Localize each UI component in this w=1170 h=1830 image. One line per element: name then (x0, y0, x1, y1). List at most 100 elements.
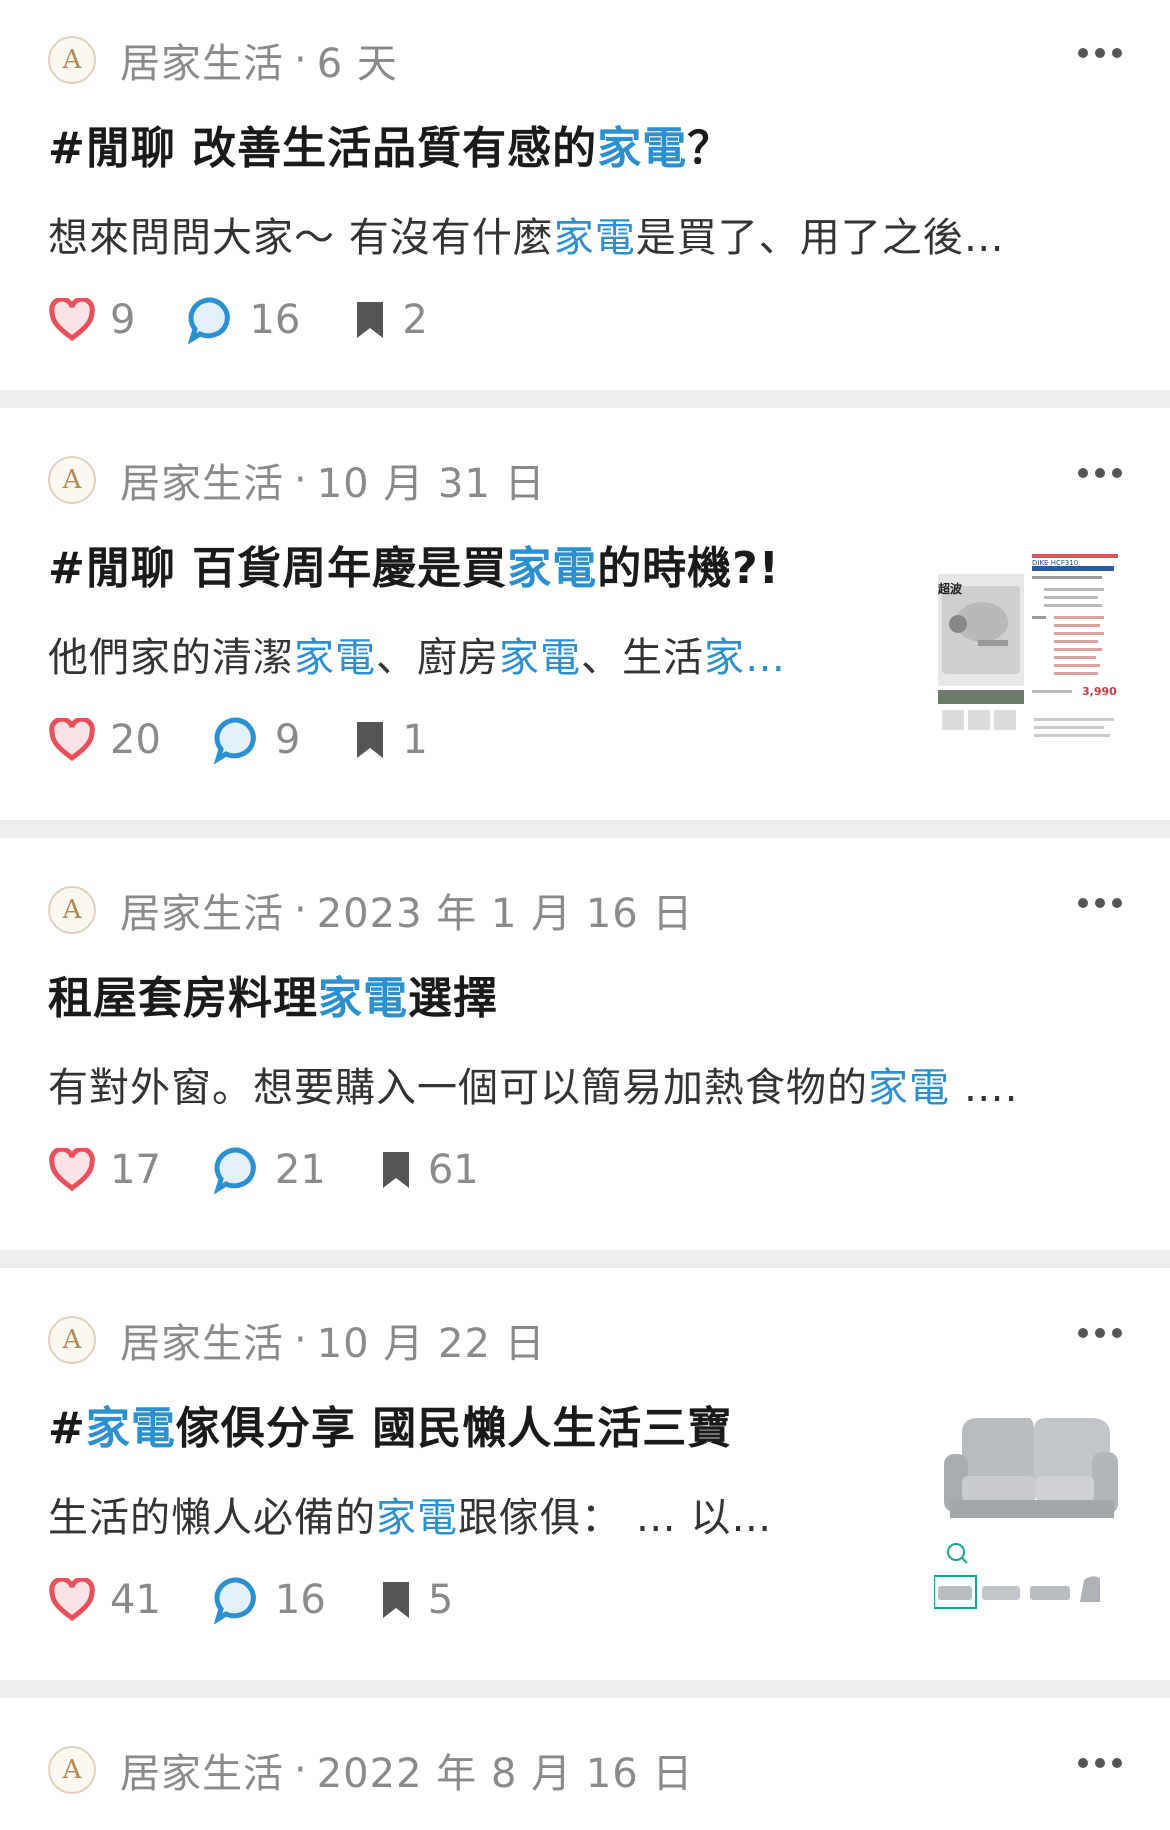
post-separator (0, 1250, 1170, 1268)
meta-separator: · (294, 1317, 307, 1363)
post-title[interactable]: #閒聊 百貨周年慶是買家電的時機?! (48, 532, 780, 596)
comment-count: 16 (249, 297, 301, 343)
meta-separator: · (294, 37, 307, 83)
post-separator (0, 390, 1170, 408)
post-snippet[interactable]: 他們家的清潔家電、廚房家電、生活家… (48, 625, 786, 683)
save-count: 2 (402, 297, 428, 343)
comment-icon (213, 1577, 256, 1624)
comment-icon (213, 717, 256, 764)
title-text: 傢俱分享 國民懶人生活三寶 (175, 1403, 733, 1454)
like-stat[interactable]: 9 (48, 297, 135, 343)
post-date: 2022 年 8 月 16 日 (316, 1751, 694, 1797)
post-stats: 9 16 2 (48, 292, 480, 348)
snippet-keyword: 家電 (868, 1065, 950, 1111)
bookmark-icon (382, 1582, 409, 1618)
snippet-text: 生活的懶人必備的 (48, 1495, 376, 1541)
post-stats: 20 9 1 (48, 712, 480, 768)
snippet-text: 想來問問大家～ 有沒有什麼 (48, 215, 554, 261)
more-icon[interactable] (1078, 468, 1122, 478)
save-stat[interactable]: 1 (352, 717, 428, 763)
title-text: 租屋套房料理 (48, 973, 318, 1024)
post-snippet[interactable]: 想來問問大家～ 有沒有什麼家電是買了、用了之後… (48, 205, 1005, 263)
meta-separator: · (294, 887, 307, 933)
post-separator (0, 1680, 1170, 1698)
thumb-price: 3,990 (1082, 685, 1117, 698)
post-title[interactable]: #閒聊 改善生活品質有感的家電？ (48, 112, 732, 176)
post-card[interactable]: A 居家生活 · 10 月 31 日 #閒聊 百貨周年慶是買家電的時機?! 他們… (0, 408, 1170, 820)
snippet-text: 是買了、用了之後… (635, 215, 1005, 261)
board-name[interactable]: 居家生活 (120, 1741, 284, 1799)
board-avatar: A (48, 1316, 96, 1364)
post-snippet[interactable]: 有對外窗。想要購入一個可以簡易加熱食物的家電 …. (48, 1055, 1018, 1113)
post-date: 6 天 (316, 41, 398, 87)
like-count: 41 (110, 1577, 161, 1623)
post-thumbnail[interactable]: 3,990 DIKE HCF310 超波 (934, 540, 1122, 750)
post-meta: A 居家生活 · 10 月 22 日 (48, 1312, 546, 1368)
post-stats: 17 21 61 (48, 1142, 531, 1198)
bookmark-icon (357, 722, 384, 758)
comment-stat[interactable]: 9 (213, 716, 300, 764)
post-thumbnail[interactable] (933, 1400, 1122, 1610)
comment-stat[interactable]: 21 (213, 1146, 326, 1194)
post-meta: A 居家生活 · 10 月 31 日 (48, 452, 546, 508)
heart-icon (49, 1578, 95, 1622)
post-card[interactable]: A 居家生活 · 10 月 22 日 #家電傢俱分享 國民懶人生活三寶 生活的懶… (0, 1268, 1170, 1680)
more-icon[interactable] (1078, 898, 1122, 908)
title-keyword: 家電 (85, 1403, 176, 1454)
post-title[interactable]: #家電傢俱分享 國民懶人生活三寶 (48, 1392, 732, 1456)
snippet-text: 他們家的清潔 (48, 635, 294, 681)
snippet-text: 、廚房 (376, 635, 499, 681)
title-text: #閒聊 百貨周年慶是買 (48, 543, 508, 594)
like-count: 20 (110, 717, 161, 763)
post-feed: A 居家生活 · 6 天 #閒聊 改善生活品質有感的家電？ 想來問問大家～ 有沒… (0, 0, 1170, 1830)
heart-icon (49, 718, 95, 762)
like-stat[interactable]: 17 (48, 1147, 161, 1193)
comment-count: 21 (274, 1147, 326, 1193)
comment-stat[interactable]: 16 (213, 1576, 326, 1624)
save-stat[interactable]: 5 (378, 1577, 453, 1623)
post-title[interactable]: 租屋套房料理家電選擇 (48, 962, 498, 1026)
more-icon[interactable] (1078, 1328, 1122, 1338)
board-name[interactable]: 居家生活 (120, 1311, 284, 1369)
post-card[interactable]: A 居家生活 · 6 天 #閒聊 改善生活品質有感的家電？ 想來問問大家～ 有沒… (0, 0, 1170, 390)
comment-stat[interactable]: 16 (187, 296, 300, 344)
title-text: #閒聊 改善生活品質有感的 (48, 123, 598, 174)
post-meta: A 居家生活 · 6 天 (48, 32, 398, 88)
meta-separator: · (294, 1747, 307, 1793)
post-date: 10 月 22 日 (316, 1321, 546, 1367)
thumb-label: DIKE HCF310 (1032, 559, 1079, 567)
like-stat[interactable]: 20 (48, 717, 161, 763)
board-name[interactable]: 居家生活 (120, 31, 284, 89)
save-count: 61 (427, 1147, 479, 1193)
save-stat[interactable]: 61 (378, 1147, 479, 1193)
board-name[interactable]: 居家生活 (120, 451, 284, 509)
like-stat[interactable]: 41 (48, 1577, 161, 1623)
post-date: 2023 年 1 月 16 日 (316, 891, 694, 937)
post-card[interactable]: A 居家生活 · 2023 年 1 月 16 日 租屋套房料理家電選擇 有對外窗… (0, 838, 1170, 1250)
save-stat[interactable]: 2 (352, 297, 428, 343)
post-snippet[interactable]: 生活的懶人必備的家電跟傢俱： … 以… (48, 1485, 772, 1543)
post-meta: A 居家生活 · 2022 年 8 月 16 日 (48, 1742, 693, 1798)
post-separator (0, 820, 1170, 838)
meta-separator: · (294, 457, 307, 503)
post-card[interactable]: A 居家生活 · 2022 年 8 月 16 日 (0, 1698, 1170, 1830)
board-name[interactable]: 居家生活 (120, 881, 284, 939)
like-count: 17 (110, 1147, 161, 1193)
title-text: 的時機?! (597, 543, 780, 594)
snippet-text: 有對外窗。想要購入一個可以簡易加熱食物的 (48, 1065, 868, 1111)
title-keyword: 家電 (597, 123, 688, 174)
snippet-keyword: 家電 (376, 1495, 458, 1541)
bookmark-icon (357, 302, 384, 338)
snippet-text: 跟傢俱： … 以… (458, 1495, 773, 1541)
post-meta: A 居家生活 · 2023 年 1 月 16 日 (48, 882, 693, 938)
snippet-keyword: 家電 (553, 215, 636, 261)
more-icon[interactable] (1078, 1758, 1122, 1768)
snippet-keyword: 家… (704, 635, 786, 681)
more-icon[interactable] (1078, 48, 1122, 58)
board-avatar: A (48, 456, 96, 504)
title-text: 選擇 (408, 973, 498, 1024)
product-thumbnail-image (934, 540, 1122, 750)
comment-count: 16 (274, 1577, 326, 1623)
bookmark-icon (382, 1152, 409, 1188)
thumb-side-text: 超波 (938, 582, 963, 596)
